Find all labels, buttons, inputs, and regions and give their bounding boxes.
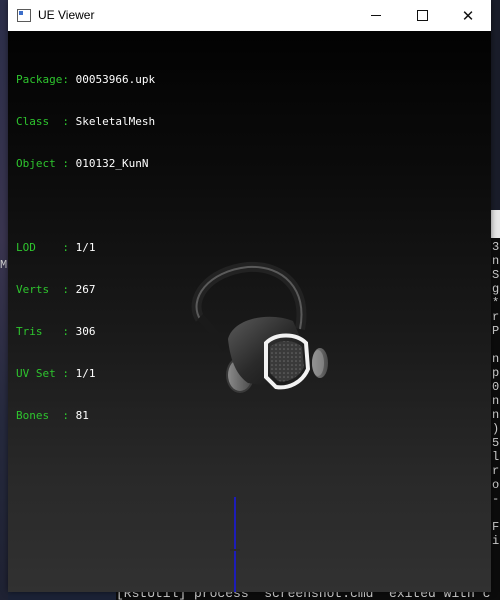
- close-button[interactable]: ✕: [445, 0, 491, 31]
- app-window-icon: [17, 9, 31, 22]
- terminal-line: 0: [492, 380, 500, 394]
- terminal-line: p: [492, 366, 500, 380]
- terminal-line: n: [492, 254, 500, 268]
- terminal-line: r: [492, 310, 500, 324]
- terminal-line: *: [492, 296, 500, 310]
- terminal-line: F: [492, 520, 500, 534]
- ue-viewer-window: UE Viewer ✕ Package: 00053966.upk Class …: [8, 0, 491, 592]
- info-lod-label: LOD :: [16, 241, 69, 254]
- terminal-line: P: [492, 324, 500, 338]
- terminal-line: 3: [492, 240, 500, 254]
- info-object-label: Object :: [16, 157, 69, 170]
- terminal-line: 5: [492, 436, 500, 450]
- terminal-line: -: [492, 492, 500, 506]
- terminal-line: n: [492, 408, 500, 422]
- maximize-button[interactable]: [399, 0, 445, 31]
- info-package: Package: 00053966.upk: [16, 73, 155, 87]
- z-axis-line: [234, 497, 236, 592]
- terminal-text: 3 n Sg * r Pn p 0 n n) 5 l r o - Fi: [492, 240, 499, 548]
- background-window-edge-text: M: [0, 258, 8, 272]
- info-bones-label: Bones :: [16, 409, 69, 422]
- minimize-icon: [371, 15, 381, 16]
- terminal-line: l: [492, 450, 500, 464]
- minimize-button[interactable]: [353, 0, 399, 31]
- info-class-label: Class :: [16, 115, 69, 128]
- info-verts: Verts : 267: [16, 283, 155, 297]
- info-lod-value: 1/1: [75, 241, 96, 254]
- maximize-icon: [416, 10, 428, 21]
- info-bones: Bones : 81: [16, 409, 155, 423]
- terminal-line: n: [492, 394, 500, 408]
- close-icon: ✕: [461, 7, 475, 25]
- desktop-background-left: [0, 0, 8, 600]
- axis-origin-marker: [230, 549, 240, 551]
- info-uvset: UV Set : 1/1: [16, 367, 155, 381]
- terminal-scrollbar-area: [491, 210, 500, 238]
- info-verts-label: Verts :: [16, 283, 69, 296]
- terminal-line: S: [492, 268, 500, 282]
- terminal-line: r: [492, 464, 500, 478]
- info-object: Object : 010132_KunN: [16, 157, 155, 171]
- info-bones-value: 81: [75, 409, 89, 422]
- terminal-bottom-line: [RstUtil] process "screenshot.cmd" exite…: [116, 592, 491, 600]
- mesh-info-overlay: Package: 00053966.upk Class : SkeletalMe…: [16, 45, 155, 451]
- info-object-value: 010132_KunN: [75, 157, 149, 170]
- window-title: UE Viewer: [38, 8, 95, 22]
- background-terminal-bottom: [RstUtil] process "screenshot.cmd" exite…: [116, 592, 500, 600]
- terminal-line: g: [492, 282, 500, 296]
- info-package-label: Package:: [16, 73, 69, 86]
- info-uvset-value: 1/1: [75, 367, 96, 380]
- title-bar[interactable]: UE Viewer ✕: [8, 0, 491, 31]
- 3d-viewport[interactable]: Package: 00053966.upk Class : SkeletalMe…: [8, 31, 491, 592]
- info-verts-value: 267: [75, 283, 96, 296]
- info-package-value: 00053966.upk: [75, 73, 156, 86]
- info-lod: LOD : 1/1: [16, 241, 155, 255]
- info-tris: Tris : 306: [16, 325, 155, 339]
- info-uvset-label: UV Set :: [16, 367, 69, 380]
- terminal-line: o: [492, 478, 500, 492]
- info-tris-value: 306: [75, 325, 96, 338]
- info-class: Class : SkeletalMesh: [16, 115, 155, 129]
- terminal-line: i: [492, 534, 500, 548]
- info-tris-label: Tris :: [16, 325, 69, 338]
- gas-mask-mesh: [191, 261, 328, 393]
- background-terminal: 3 n Sg * r Pn p 0 n n) 5 l r o - Fi: [491, 210, 500, 600]
- terminal-line: n: [492, 352, 500, 366]
- info-class-value: SkeletalMesh: [75, 115, 156, 128]
- terminal-line: ): [492, 422, 500, 436]
